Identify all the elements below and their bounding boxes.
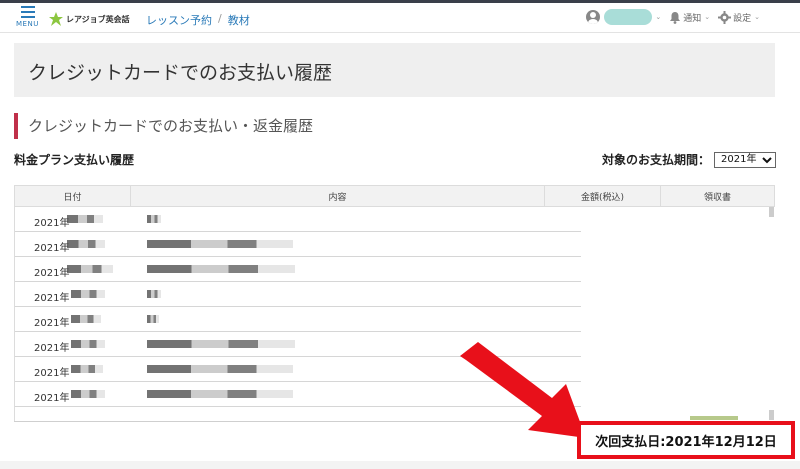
redacted-content — [147, 340, 295, 348]
redacted-date — [67, 215, 103, 223]
nav-lesson-reservation[interactable]: レッスン予約 — [146, 12, 212, 28]
table-row: 2021年 — [15, 282, 581, 307]
settings-label[interactable]: 設定 — [733, 11, 751, 24]
table-row: 2021年 — [15, 307, 581, 332]
header-tools: ⌄ 通知 ⌄ 設定 ⌄ — [586, 9, 764, 25]
table-row: 2021年 — [15, 257, 581, 282]
column-header-amount: 金額(税込) — [545, 186, 661, 206]
redacted-content — [147, 390, 293, 398]
chevron-down-icon: ⌄ — [655, 13, 662, 21]
redacted-content — [147, 240, 293, 248]
bell-icon[interactable] — [669, 11, 681, 24]
scroll-indicator-top[interactable] — [769, 207, 774, 217]
redacted-content — [147, 315, 159, 323]
logo[interactable]: レアジョブ英会話 — [48, 10, 130, 28]
plan-history-title: 料金プラン支払い履歴 — [14, 153, 135, 167]
top-nav: レッスン予約 / 教材 — [146, 12, 250, 28]
redacted-date — [71, 290, 105, 298]
avatar-icon[interactable] — [586, 10, 601, 24]
chevron-down-icon: ⌄ — [754, 13, 760, 21]
row-date: 2021年 — [34, 218, 70, 229]
next-payment-date: 次回支払日:2021年12月12日 — [577, 421, 795, 459]
gear-icon[interactable] — [718, 10, 732, 24]
row-date: 2021年 — [34, 368, 70, 379]
redacted-date — [71, 365, 103, 373]
menu-button[interactable]: MENU — [14, 5, 44, 31]
redacted-date — [67, 240, 105, 248]
row-date: 2021年 — [34, 293, 70, 304]
redacted-content — [147, 215, 161, 223]
row-date: 2021年 — [34, 318, 70, 329]
logo-star-icon — [49, 12, 63, 26]
user-name-redacted[interactable] — [604, 9, 653, 25]
redacted-content — [147, 265, 295, 273]
menu-label: MENU — [16, 20, 39, 28]
table-body: 2021年 2021年 2021年 2021年 2021年 2021年 2021… — [14, 207, 775, 422]
footer-strip — [0, 461, 800, 469]
redacted-date — [71, 315, 101, 323]
period-label: 対象のお支払期間： — [601, 153, 710, 167]
section-heading: クレジットカードでのお支払い・返金履歴 — [14, 113, 313, 139]
redacted-date — [71, 340, 105, 348]
receipt-button-partial[interactable] — [690, 416, 738, 420]
page-title-box: クレジットカードでのお支払い履歴 — [14, 43, 775, 97]
table-row: 2021年 — [15, 232, 581, 257]
row-date: 2021年 — [34, 243, 70, 254]
row-date: 2021年 — [34, 393, 70, 404]
redacted-content — [147, 290, 161, 298]
header: MENU レアジョブ英会話 レッスン予約 / 教材 ⌄ 通知 ⌄ 設定 ⌄ — [0, 3, 800, 33]
logo-text: レアジョブ英会話 — [66, 14, 130, 24]
table-header: 日付 内容 金額(税込) 領収書 — [14, 185, 775, 207]
notifications-label[interactable]: 通知 — [683, 11, 701, 24]
page-title: クレジットカードでのお支払い履歴 — [28, 62, 333, 84]
scroll-indicator-bottom[interactable] — [769, 410, 774, 420]
column-header-content: 内容 — [131, 186, 545, 206]
section-title: クレジットカードでのお支払い・返金履歴 — [28, 117, 314, 135]
redacted-date — [71, 390, 105, 398]
nav-materials[interactable]: 教材 — [228, 12, 250, 28]
red-arrow-icon — [460, 342, 586, 438]
table-row: 2021年 — [15, 207, 581, 232]
row-date: 2021年 — [34, 343, 70, 354]
redacted-content — [147, 365, 293, 373]
chevron-down-icon: ⌄ — [704, 13, 711, 21]
nav-separator: / — [218, 12, 222, 25]
column-header-date: 日付 — [15, 186, 131, 206]
period-filter: 対象のお支払期間： 2021年 — [602, 151, 776, 168]
row-date: 2021年 — [34, 268, 70, 279]
column-header-receipt: 領収書 — [703, 192, 731, 203]
period-select[interactable]: 2021年 — [714, 151, 776, 168]
redacted-date — [67, 265, 113, 273]
hamburger-icon — [21, 6, 35, 18]
payment-history-table: 日付 内容 金額(税込) 領収書 2021年 2021年 2021年 2021年… — [14, 185, 775, 422]
